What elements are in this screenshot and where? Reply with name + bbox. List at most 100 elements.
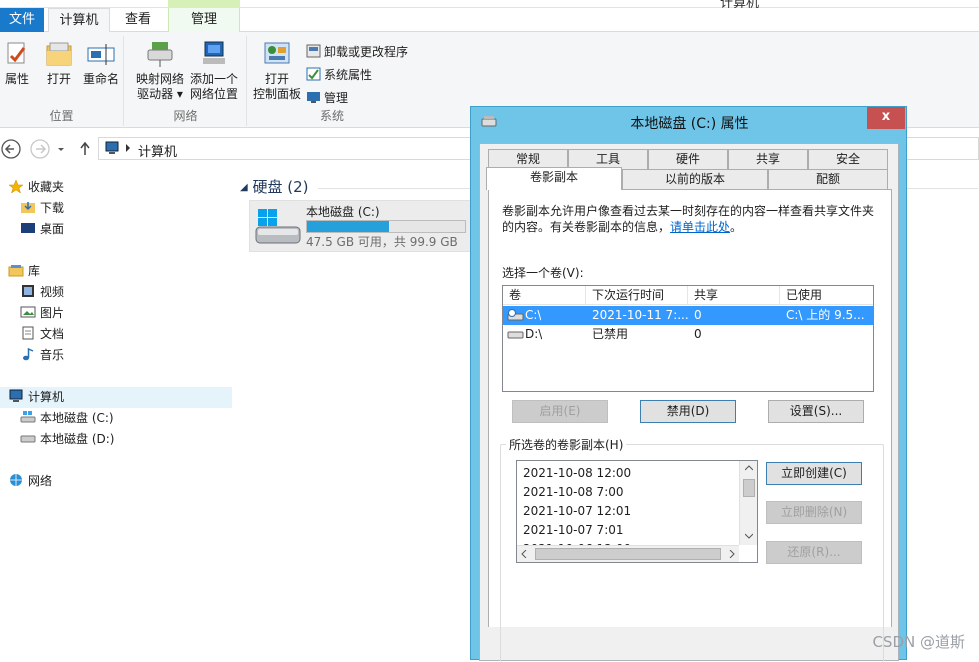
ribbon-tab-bar: 文件 计算机 查看 管理 [0, 8, 979, 33]
group-caption-location: 位置 [49, 109, 74, 123]
computer-icon [8, 389, 24, 403]
nav-computer[interactable]: 计算机 [8, 387, 64, 407]
vertical-scroll-thumb[interactable] [743, 479, 755, 497]
libraries-icon [8, 263, 24, 277]
nav-disk-d[interactable]: 本地磁盘 (D:) [20, 429, 114, 449]
nav-videos[interactable]: 视频 [20, 282, 64, 302]
video-icon [20, 284, 36, 298]
tab-security[interactable]: 安全 [808, 149, 888, 169]
system-properties-button[interactable]: 系统属性 [306, 65, 372, 85]
horizontal-scrollbar[interactable] [517, 545, 739, 562]
uninstall-label: 卸载或更改程序 [324, 45, 409, 59]
uninstall-program-button[interactable]: 卸载或更改程序 [306, 42, 408, 62]
tab-manage[interactable]: 管理 [168, 8, 240, 32]
nav-computer-label: 计算机 [28, 390, 65, 404]
nav-downloads-label: 下载 [40, 201, 65, 215]
open-control-panel-button[interactable]: 打开 控制面板 [250, 40, 304, 102]
open-label: 打开 [46, 72, 71, 86]
volume-row[interactable]: C:\ 2021-10-11 7:... 0 C:\ 上的 9.5... [503, 306, 873, 325]
chevron-down-icon [745, 533, 753, 539]
tab-sharing[interactable]: 共享 [728, 149, 808, 169]
volume-list: 卷 下次运行时间 共享 已使用 C:\ 2021-10-11 7:... 0 C… [502, 285, 874, 392]
manage-button[interactable]: 管理 [306, 88, 348, 108]
settings-button[interactable]: 设置(S)... [768, 400, 864, 423]
delete-now-button[interactable]: 立即删除(N) [766, 501, 862, 524]
column-header-used[interactable]: 已使用 [780, 286, 873, 305]
up-button[interactable] [76, 138, 94, 160]
breadcrumb-chevron-icon [126, 144, 130, 152]
nav-favorites[interactable]: 收藏夹 [8, 177, 64, 197]
tab-general[interactable]: 常规 [488, 149, 568, 169]
group-caption-system: 系统 [319, 109, 344, 123]
tab-tools[interactable]: 工具 [568, 149, 648, 169]
drive-c-usage-bar [306, 220, 466, 233]
tab-quota[interactable]: 配额 [768, 169, 888, 189]
nav-downloads[interactable]: 下载 [20, 198, 64, 218]
nav-network[interactable]: 网络 [8, 471, 52, 491]
tab-previous-versions[interactable]: 以前的版本 [622, 169, 768, 189]
shadow-copy-item[interactable]: 2021-10-08 7:00 [523, 485, 624, 499]
enable-button[interactable]: 启用(E) [512, 400, 608, 423]
recent-locations-button[interactable] [54, 138, 68, 160]
volume-shares: 0 [694, 308, 702, 322]
ribbon-group-network: 映射网络 驱动器 ▾ 添加一个 网络位置 网络 [125, 36, 247, 126]
nav-videos-label: 视频 [40, 285, 65, 299]
shadow-copies-list[interactable]: 2021-10-08 12:00 2021-10-08 7:00 2021-10… [516, 460, 758, 563]
nav-documents[interactable]: 文档 [20, 324, 64, 344]
forward-button[interactable] [29, 138, 51, 160]
system-properties-label: 系统属性 [324, 68, 373, 82]
dialog-body: 常规 工具 硬件 共享 安全 以前的版本 配额 卷影副本 卷影副本允许用户像查看… [479, 143, 899, 662]
rename-icon [86, 40, 116, 68]
control-panel-label-2: 控制面板 [252, 87, 301, 101]
drive-icon [20, 431, 36, 445]
info-link[interactable]: 请单击此处 [670, 220, 730, 234]
hard-disks-section-header[interactable]: ◢ 硬盘 (2) [240, 176, 309, 197]
nav-pictures[interactable]: 图片 [20, 303, 64, 323]
system-drive-icon [20, 410, 36, 424]
nav-desktop[interactable]: 桌面 [20, 219, 64, 239]
nav-favorites-label: 收藏夹 [28, 180, 65, 194]
nav-disk-d-label: 本地磁盘 (D:) [40, 432, 115, 446]
add-network-location-button[interactable]: 添加一个 网络位置 [187, 40, 241, 102]
rename-button[interactable]: 重命名 [80, 40, 122, 87]
up-arrow-icon [80, 141, 90, 155]
system-properties-icon [306, 67, 321, 81]
disable-button[interactable]: 禁用(D) [640, 400, 736, 423]
shadow-copy-item[interactable]: 2021-10-07 7:01 [523, 523, 624, 537]
shadow-copy-item[interactable]: 2021-10-07 12:01 [523, 504, 631, 518]
tab-hardware[interactable]: 硬件 [648, 149, 728, 169]
nav-libraries[interactable]: 库 [8, 261, 40, 281]
network-drive-icon [145, 40, 175, 68]
restore-button[interactable]: 还原(R)... [766, 541, 862, 564]
tab-view[interactable]: 查看 [110, 8, 166, 32]
column-header-next-run[interactable]: 下次运行时间 [586, 286, 688, 305]
column-header-volume[interactable]: 卷 [503, 286, 586, 305]
open-button[interactable]: 打开 [42, 40, 76, 87]
tab-shadow-copies[interactable]: 卷影副本 [486, 167, 622, 190]
dialog-title: 本地磁盘 (C:) 属性 [630, 116, 749, 132]
breadcrumb-computer[interactable]: 计算机 [138, 141, 177, 160]
shadow-copies-group-label: 所选卷的卷影副本(H) [506, 436, 627, 453]
volume-used: C:\ 上的 9.5... [786, 308, 865, 322]
close-button[interactable]: x [867, 107, 905, 129]
nav-disk-c[interactable]: 本地磁盘 (C:) [20, 408, 114, 428]
volume-shares: 0 [694, 327, 702, 341]
volume-name: C:\ [525, 308, 542, 322]
shadow-copy-item[interactable]: 2021-10-08 12:00 [523, 466, 631, 480]
vertical-scrollbar[interactable] [739, 461, 757, 545]
tab-computer[interactable]: 计算机 [48, 8, 110, 33]
programs-icon [306, 44, 321, 58]
properties-dialog: 本地磁盘 (C:) 属性 x 常规 工具 硬件 共享 安全 以前的版本 配额 卷… [470, 106, 907, 662]
nav-music[interactable]: 音乐 [20, 345, 64, 365]
title-bar [0, 0, 979, 8]
tab-file[interactable]: 文件 [0, 8, 44, 32]
volume-next-run: 已禁用 [592, 327, 629, 341]
horizontal-scroll-thumb[interactable] [535, 548, 721, 560]
back-button[interactable] [0, 138, 22, 160]
create-now-button[interactable]: 立即创建(C) [766, 462, 862, 485]
properties-button[interactable]: 属性 [2, 40, 32, 87]
volume-row[interactable]: D:\ 已禁用 0 [503, 325, 873, 344]
map-drive-button[interactable]: 映射网络 驱动器 ▾ [133, 40, 187, 102]
ribbon-group-system: 打开 控制面板 卸载或更改程序 系统属性 管理 系统 [248, 36, 418, 126]
column-header-shares[interactable]: 共享 [688, 286, 780, 305]
